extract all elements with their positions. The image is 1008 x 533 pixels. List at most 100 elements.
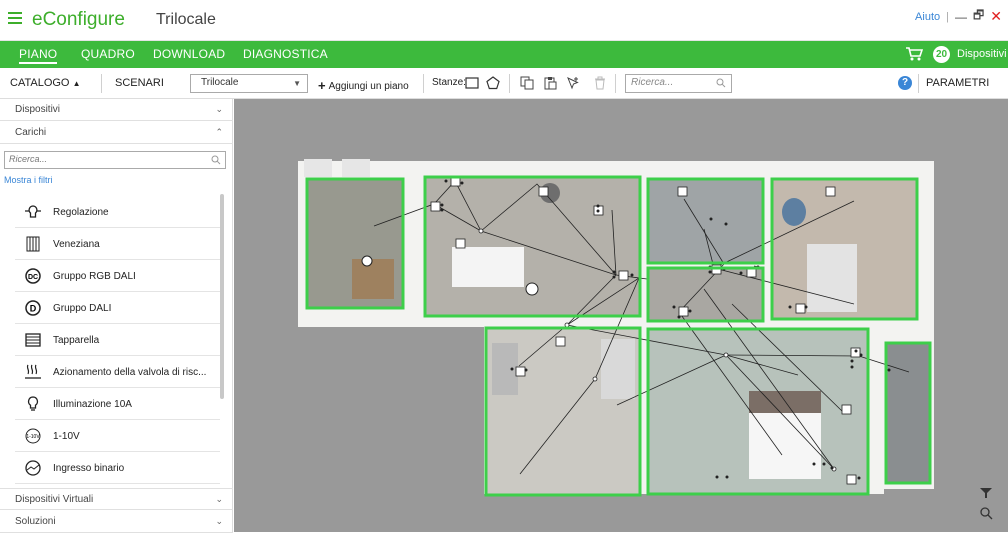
room-balcony[interactable] xyxy=(886,343,930,483)
rooms-label: Stanze: xyxy=(432,77,466,88)
add-floor-button[interactable]: + Aggiungi un piano xyxy=(318,77,409,93)
switch-device-icon xyxy=(850,347,861,358)
calendar-device-icon xyxy=(555,336,566,347)
separator: | xyxy=(946,10,949,23)
kitchen-counter xyxy=(492,343,518,395)
light-bulb-icon xyxy=(27,396,39,411)
binary-input-icon xyxy=(25,460,41,476)
search-placeholder: Ricerca... xyxy=(9,154,48,164)
section-devices[interactable]: Dispositivi ⌄ xyxy=(0,99,233,121)
close-icon[interactable]: ✕ xyxy=(990,8,1002,25)
devices-label[interactable]: Dispositivi xyxy=(957,48,1007,60)
switch-device-icon xyxy=(538,186,549,197)
sofa xyxy=(601,339,635,399)
svg-text:D: D xyxy=(30,304,37,314)
1-10v-icon: 1-10V xyxy=(25,428,41,444)
rectangle-room-icon[interactable] xyxy=(465,76,479,90)
section-loads[interactable]: Carichi ⌃ xyxy=(0,122,233,144)
add-floor-label: Aggiungi un piano xyxy=(328,81,409,92)
single-bed xyxy=(807,244,857,312)
armchair xyxy=(352,259,394,299)
section-label: Soluzioni xyxy=(15,516,56,527)
toolbar: CATALOGO ▲ SCENARI Trilocale ▼ + Aggiungi… xyxy=(0,68,1008,99)
shutter-icon xyxy=(25,333,41,347)
list-item[interactable]: Ingresso binario xyxy=(15,452,220,484)
minimize-icon[interactable]: — xyxy=(955,10,967,24)
rgb-dali-icon: DC xyxy=(25,268,41,284)
plus-icon: + xyxy=(318,78,326,93)
show-filters-link[interactable]: Mostra i filtri xyxy=(4,175,53,185)
chevron-up-icon: ⌃ xyxy=(215,127,223,137)
shutter-device-icon xyxy=(825,186,836,197)
help-icon[interactable]: ? xyxy=(898,76,912,90)
parameters-button[interactable]: PARAMETRI xyxy=(926,77,989,89)
list-item[interactable]: 1-10V 1-10V xyxy=(15,420,220,452)
chevron-down-icon: ⌄ xyxy=(215,104,223,114)
switch-device-icon xyxy=(678,306,689,317)
catalog-search-input[interactable]: Ricerca... xyxy=(4,151,226,169)
dimmer-icon xyxy=(25,205,41,218)
chevron-down-icon: ⌄ xyxy=(215,516,223,526)
restore-icon[interactable]: 🗗 xyxy=(973,6,984,27)
plan-select[interactable]: Trilocale ▼ xyxy=(190,74,308,93)
section-label: Carichi xyxy=(15,127,47,138)
window-controls: Aiuto | — 🗗 ✕ xyxy=(915,6,1002,27)
app-name: eConfigure xyxy=(32,9,125,30)
paste-icon[interactable] xyxy=(543,76,557,90)
section-label: Dispositivi Virtuali xyxy=(15,494,94,505)
copy-icon[interactable] xyxy=(520,76,534,90)
trash-icon[interactable] xyxy=(593,76,607,90)
list-item[interactable]: Illuminazione 10A xyxy=(15,388,220,420)
catalog-label: CATALOGO xyxy=(10,77,70,89)
help-link[interactable]: Aiuto xyxy=(915,11,940,23)
list-item[interactable]: Regolazione xyxy=(15,196,220,228)
hamburger-menu-icon[interactable] xyxy=(8,9,24,27)
scenes-tab[interactable]: SCENARI xyxy=(115,77,164,89)
search-icon xyxy=(716,78,726,88)
divider xyxy=(509,74,510,93)
heating-valve-icon xyxy=(25,364,41,379)
list-item[interactable]: Veneziana xyxy=(15,228,220,260)
item-label: Regolazione xyxy=(53,207,109,218)
project-name: Trilocale xyxy=(156,11,216,28)
tab-diagnostica[interactable]: DIAGNOSTICA xyxy=(243,47,328,61)
tab-download[interactable]: DOWNLOAD xyxy=(153,47,225,61)
list-item[interactable]: Azionamento della valvola di risc... xyxy=(15,356,220,388)
search-icon xyxy=(211,155,221,165)
catalog-tab[interactable]: CATALOGO ▲ xyxy=(10,77,80,89)
tab-quadro[interactable]: QUADRO xyxy=(81,47,135,61)
shutter-device-icon xyxy=(841,404,852,415)
switch-device-icon xyxy=(846,474,857,485)
main-nav: PIANO QUADRO DOWNLOAD DIAGNOSTICA 20 Dis… xyxy=(0,41,1008,68)
plan-select-value: Trilocale xyxy=(201,77,239,88)
switch-device-icon xyxy=(515,366,526,377)
dali-icon: D xyxy=(25,300,41,316)
floor-plan-canvas[interactable] xyxy=(234,99,1008,532)
zoom-icon[interactable] xyxy=(979,506,993,520)
section-solutions[interactable]: Soluzioni ⌄ xyxy=(0,511,233,533)
add-pointer-icon[interactable] xyxy=(566,76,580,90)
list-item[interactable]: D Gruppo DALI xyxy=(15,292,220,324)
svg-text:DC: DC xyxy=(28,274,38,281)
item-label: Azionamento della valvola di risc... xyxy=(53,367,207,378)
list-item[interactable]: Tapparella xyxy=(15,324,220,356)
filter-icon[interactable] xyxy=(979,487,993,499)
chevron-up-icon: ▲ xyxy=(72,79,81,88)
toolbar-search-input[interactable]: Ricerca... xyxy=(625,74,732,93)
cart-icon[interactable] xyxy=(905,46,923,62)
floor-plan[interactable] xyxy=(234,99,1008,532)
wall-block xyxy=(304,159,332,177)
switch-device-icon xyxy=(618,270,629,281)
tab-piano[interactable]: PIANO xyxy=(19,47,58,64)
polygon-room-icon[interactable] xyxy=(486,76,500,90)
venetian-blind-icon xyxy=(26,236,40,252)
section-virtual-devices[interactable]: Dispositivi Virtuali ⌄ xyxy=(0,488,233,510)
headboard xyxy=(749,391,821,413)
item-label: Tapparella xyxy=(53,335,100,346)
divider xyxy=(918,74,919,93)
room-bathroom[interactable] xyxy=(648,179,763,263)
sidebar-scrollbar[interactable] xyxy=(220,194,224,399)
wall-block xyxy=(342,159,370,177)
list-item[interactable]: DC Gruppo RGB DALI xyxy=(15,260,220,292)
chevron-down-icon: ⌄ xyxy=(215,494,223,504)
